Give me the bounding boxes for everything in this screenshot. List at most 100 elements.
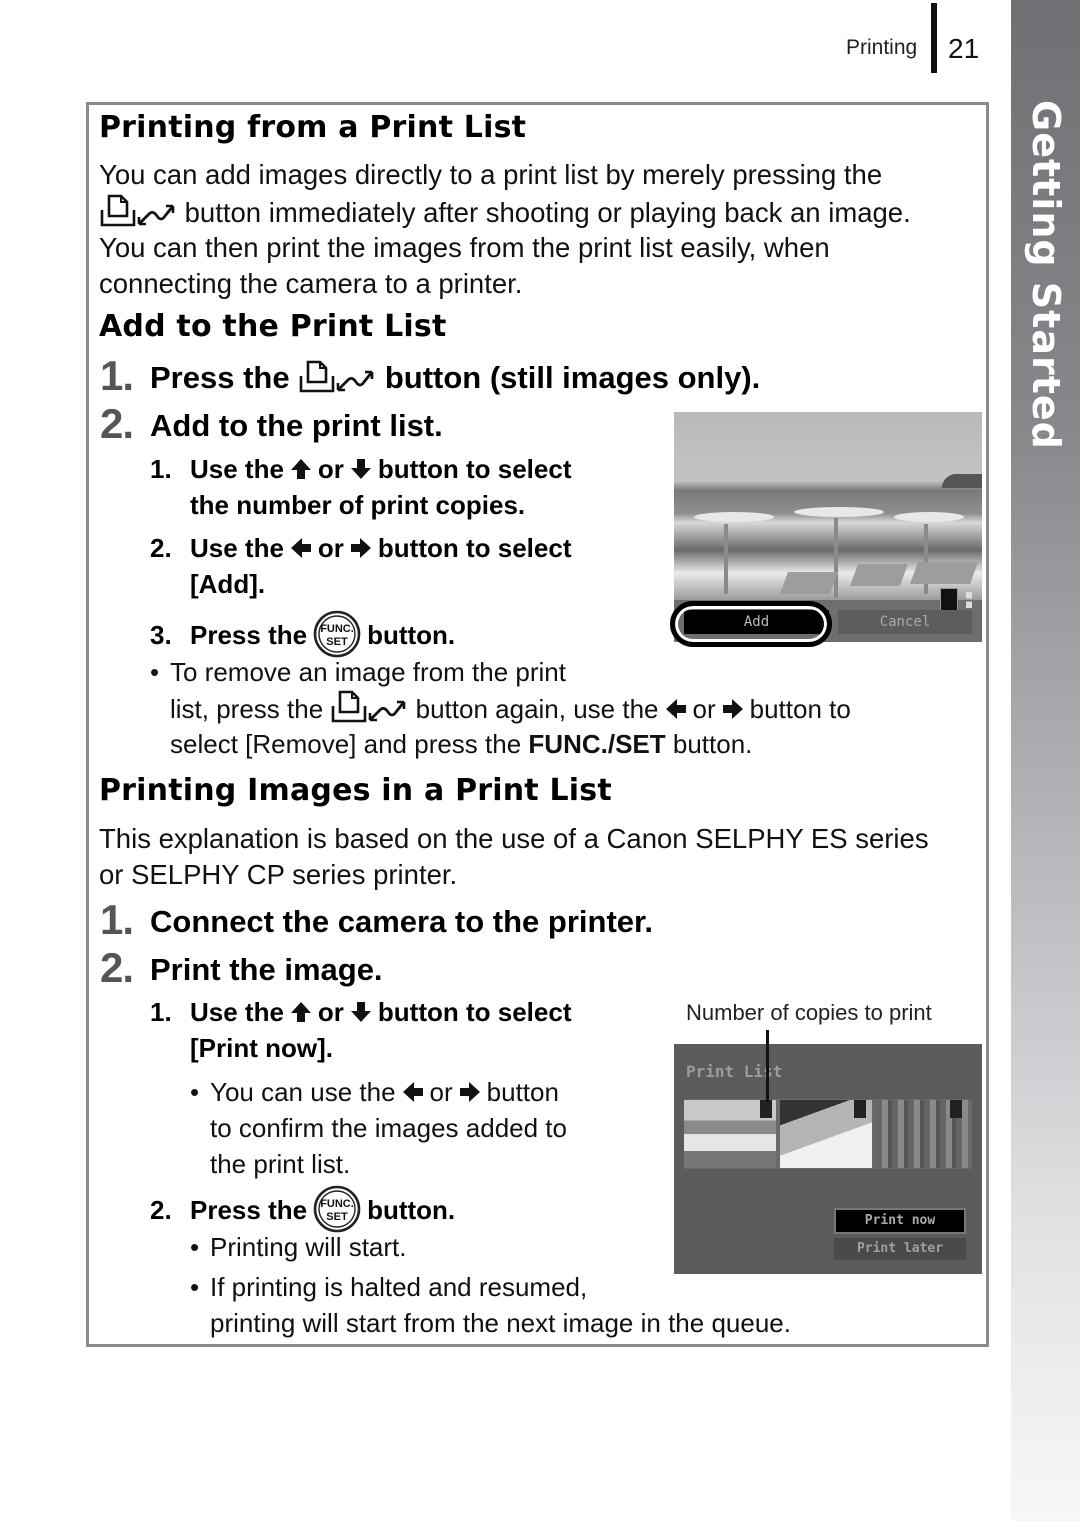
substep-1: 1. Use the or button to select [150, 451, 571, 487]
substep-number: 1. [150, 454, 172, 484]
running-header-section: Printing [846, 36, 918, 59]
func-set-button-icon [313, 1185, 361, 1233]
print-substep-1: 1. Use the or button to select [150, 994, 571, 1030]
bullet-dot: • [190, 1272, 200, 1302]
print-bullet-confirm-line-3: the print list. [210, 1149, 351, 1179]
substep-2: 2. Use the or button to select [150, 530, 571, 566]
caption-leader-overlay [766, 1030, 769, 1102]
note-text: or [692, 694, 716, 724]
note-text: select [Remove] and press the [170, 729, 522, 759]
page-number: 21 [948, 33, 980, 64]
intro-line-1: You can add images directly to a print l… [99, 159, 883, 190]
step-2-print: 2. Print the image. [100, 944, 383, 992]
screen-copies-counter [940, 588, 958, 612]
header-divider [931, 3, 937, 73]
print-substep-1-line-2: [Print now]. [190, 1033, 333, 1063]
chapter-tab-text: Getting Started [1023, 100, 1068, 450]
screen-copies-mark [854, 1100, 866, 1118]
step-number: 1. [100, 352, 134, 399]
bullet-text: button [486, 1077, 559, 1107]
substep-number: 2. [150, 533, 172, 563]
note-text: list, press the [170, 694, 324, 724]
screen-chair [779, 572, 839, 594]
screen-hill [942, 474, 982, 488]
arrow-up-icon [290, 1001, 312, 1023]
print-bullet-halted-line-1: • If printing is halted and resumed, [190, 1269, 587, 1305]
print-share-icon [298, 360, 376, 394]
step-text: Add to the print list. [150, 408, 443, 443]
section-title-printing-images-in-print-list: Printing Images in a Print List [99, 773, 612, 808]
step-2-add-to-list: 2. Add to the print list. [100, 400, 443, 448]
note-bullet-line-1: • To remove an image from the print [150, 654, 566, 690]
screen-cancel-option: Cancel [838, 610, 972, 634]
arrow-down-icon [350, 458, 372, 480]
print-bullet-halted-line-2: printing will start from the next image … [210, 1308, 791, 1338]
screen-umbrella [694, 512, 774, 522]
screen-pole [724, 524, 728, 594]
screen-umbrella [794, 507, 884, 517]
step-text: Print the image. [150, 952, 383, 987]
chapter-tab-label: Getting Started [1011, 100, 1080, 450]
screen-umbrella [894, 512, 964, 522]
bullet-dot: • [150, 657, 160, 687]
arrow-left-icon [290, 537, 312, 559]
step-1-connect: 1. Connect the camera to the printer. [100, 896, 653, 944]
substep-number: 2. [150, 1195, 172, 1225]
print-bullet-start: • Printing will start. [190, 1229, 407, 1265]
section3-intro-line-1: This explanation is based on the use of … [99, 823, 929, 854]
screen-copies-mark [950, 1100, 962, 1118]
camera-screen-print-list: Print List Print now Print later [674, 1044, 982, 1274]
substep-text: Press the [190, 620, 308, 650]
step-text: button (still images only). [384, 360, 761, 395]
print-bullet-confirm-line-2: to confirm the images added to [210, 1113, 567, 1143]
step-number: 2. [100, 944, 134, 991]
substep-text: or [317, 533, 344, 563]
intro-line-3: You can then print the images from the p… [99, 232, 830, 263]
note-bullet-line-2: list, press the button again, use the or b… [170, 690, 851, 727]
substep-text: button. [367, 1195, 456, 1225]
substep-text: button to select [377, 454, 572, 484]
bullet-text: or [429, 1077, 453, 1107]
print-bullet-confirm-line-1: • You can use the or button [190, 1074, 559, 1110]
arrow-left-icon [665, 698, 687, 720]
substep-text: Use the [190, 533, 284, 563]
substep-text: Use the [190, 454, 284, 484]
section-title-add-to-print-list: Add to the Print List [99, 309, 447, 344]
bullet-dot: • [190, 1077, 200, 1107]
screen-chair [849, 564, 909, 586]
bullet-text: If printing is halted and resumed, [210, 1272, 588, 1302]
note-text: button again, use the [415, 694, 659, 724]
func-set-button-icon [313, 610, 361, 658]
arrow-right-icon [459, 1081, 481, 1103]
print-substep-2: 2. Press the button. [150, 1185, 455, 1233]
arrow-up-icon [290, 458, 312, 480]
intro-line-2-text: button immediately after shooting or pla… [184, 197, 911, 228]
section-title-printing-from-print-list: Printing from a Print List [99, 110, 527, 145]
screen-print-later-option: Print later [834, 1238, 966, 1260]
screen-chair [909, 562, 979, 584]
note-text: button to [749, 694, 851, 724]
substep-text: or [317, 454, 344, 484]
bullet-dot: • [190, 1232, 200, 1262]
substep-text: button to select [377, 533, 572, 563]
substep-3: 3. Press the button. [150, 610, 455, 658]
substep-text: button. [367, 620, 456, 650]
screen-copies-mark [760, 1100, 772, 1118]
arrow-left-icon [402, 1081, 424, 1103]
step-text: Press the [150, 360, 290, 395]
step-number: 2. [100, 400, 134, 447]
step-number: 1. [100, 896, 134, 943]
arrow-right-icon [722, 698, 744, 720]
highlight-ring-add [670, 601, 832, 647]
screen-pole [834, 518, 838, 598]
step-1-press-button: 1. Press the button (still images only). [100, 352, 760, 400]
print-share-icon [99, 194, 177, 228]
intro-line-2: button immediately after shooting or pla… [99, 194, 911, 231]
arrow-down-icon [350, 1001, 372, 1023]
substep-text: button to select [377, 997, 572, 1027]
step-text: Connect the camera to the printer. [150, 904, 653, 939]
figure-caption-copies: Number of copies to print [686, 1000, 932, 1025]
substep-1-line-2: the number of print copies. [190, 490, 526, 520]
substep-text: Press the [190, 1195, 308, 1225]
screen-print-now-option: Print now [834, 1208, 966, 1234]
